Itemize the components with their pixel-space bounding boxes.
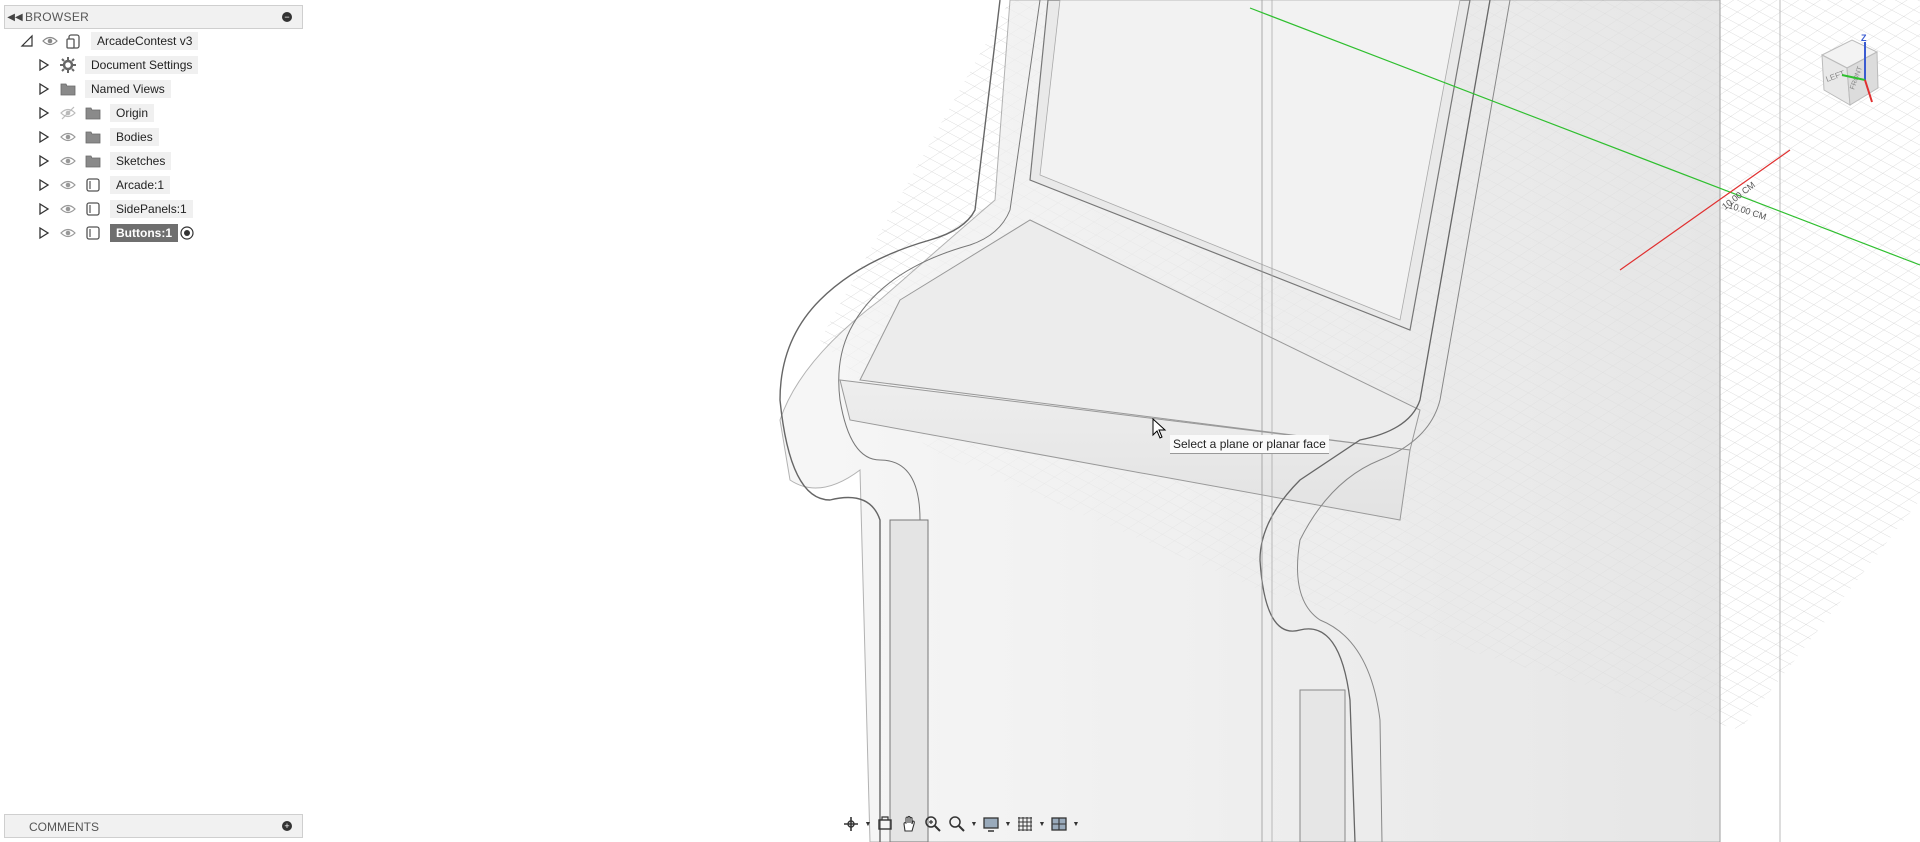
add-comment-icon[interactable]: + [282, 821, 292, 831]
tree-item[interactable]: Named Views [0, 79, 320, 99]
root-document-label[interactable]: ArcadeContest v3 [91, 32, 199, 50]
visibility-eye-icon[interactable] [60, 130, 76, 144]
browser-title: BROWSER [25, 10, 90, 24]
tree-item[interactable]: Bodies [0, 127, 320, 147]
expand-triangle-icon[interactable] [37, 154, 51, 168]
visibility-eye-icon[interactable] [60, 226, 76, 240]
zoom-dropdown-icon[interactable]: ▼ [970, 813, 978, 835]
orbit-dropdown-icon[interactable]: ▼ [864, 813, 872, 835]
tree-item[interactable]: Origin [0, 103, 320, 123]
tree-item-label[interactable]: Origin [110, 104, 155, 122]
tree-item-label[interactable]: SidePanels:1 [110, 200, 193, 218]
component-icon [86, 178, 100, 192]
document-icon [66, 34, 80, 49]
tree-item-label[interactable]: Bodies [110, 128, 159, 146]
tree-item[interactable]: Document Settings [0, 55, 320, 75]
minimize-browser-icon[interactable]: − [282, 12, 292, 22]
expand-triangle-icon[interactable] [37, 178, 51, 192]
component-icon [86, 202, 100, 216]
tree-item-label[interactable]: Named Views [85, 80, 171, 98]
comments-panel[interactable]: COMMENTS + [4, 814, 303, 838]
tree-item[interactable]: SidePanels:1 [0, 199, 320, 219]
zoom-window-icon[interactable] [946, 813, 968, 835]
expand-triangle-icon[interactable] [37, 82, 51, 96]
component-icon [86, 226, 100, 240]
expand-triangle-icon[interactable] [37, 106, 51, 120]
visibility-eye-icon[interactable] [60, 178, 76, 192]
visibility-eye-icon[interactable] [60, 202, 76, 216]
expand-triangle-icon[interactable] [37, 130, 51, 144]
folder-icon [60, 83, 76, 96]
view-cube[interactable]: LEFT FRONT Z [1812, 30, 1902, 110]
hidden-eye-icon[interactable] [60, 106, 76, 120]
tree-item-label[interactable]: Arcade:1 [110, 176, 171, 194]
navigation-toolbar: ▼ ▼ ▼ ▼ ▼ [840, 811, 1080, 837]
expanded-triangle-icon[interactable] [20, 34, 34, 48]
mouse-cursor-icon [1152, 418, 1167, 439]
expand-triangle-icon[interactable] [37, 202, 51, 216]
grid-settings-icon[interactable] [1014, 813, 1036, 835]
tree-item[interactable]: Sketches [0, 151, 320, 171]
visibility-eye-icon[interactable] [60, 154, 76, 168]
collapse-panel-icon[interactable]: ◀◀ [5, 12, 25, 23]
browser-header: ◀◀ BROWSER − [4, 5, 303, 29]
grid-settings-dropdown-icon[interactable]: ▼ [1038, 813, 1046, 835]
folder-icon [85, 131, 101, 144]
viewports-icon[interactable] [1048, 813, 1070, 835]
zoom-icon[interactable] [922, 813, 944, 835]
gear-icon [60, 57, 76, 73]
tree-item[interactable]: Buttons:1 [0, 223, 320, 243]
tree-item[interactable]: Arcade:1 [0, 175, 320, 195]
display-settings-dropdown-icon[interactable]: ▼ [1004, 813, 1012, 835]
z-axis-label: Z [1861, 33, 1867, 43]
folder-icon [85, 155, 101, 168]
display-settings-icon[interactable] [980, 813, 1002, 835]
visibility-eye-icon[interactable] [42, 34, 58, 48]
pan-hand-icon[interactable] [898, 813, 920, 835]
orbit-icon[interactable] [840, 813, 862, 835]
folder-icon [85, 107, 101, 120]
selection-tooltip: Select a plane or planar face [1170, 435, 1329, 454]
viewports-dropdown-icon[interactable]: ▼ [1072, 813, 1080, 835]
activate-radio-icon[interactable] [180, 226, 194, 240]
tree-item-label[interactable]: Document Settings [85, 56, 199, 74]
expand-triangle-icon[interactable] [37, 226, 51, 240]
tree-root[interactable]: ArcadeContest v3 [0, 31, 320, 51]
tree-item-label[interactable]: Buttons:1 [110, 224, 178, 242]
comments-title: COMMENTS [29, 820, 99, 834]
tree-item-label[interactable]: Sketches [110, 152, 172, 170]
look-at-icon[interactable] [874, 813, 896, 835]
expand-triangle-icon[interactable] [37, 58, 51, 72]
